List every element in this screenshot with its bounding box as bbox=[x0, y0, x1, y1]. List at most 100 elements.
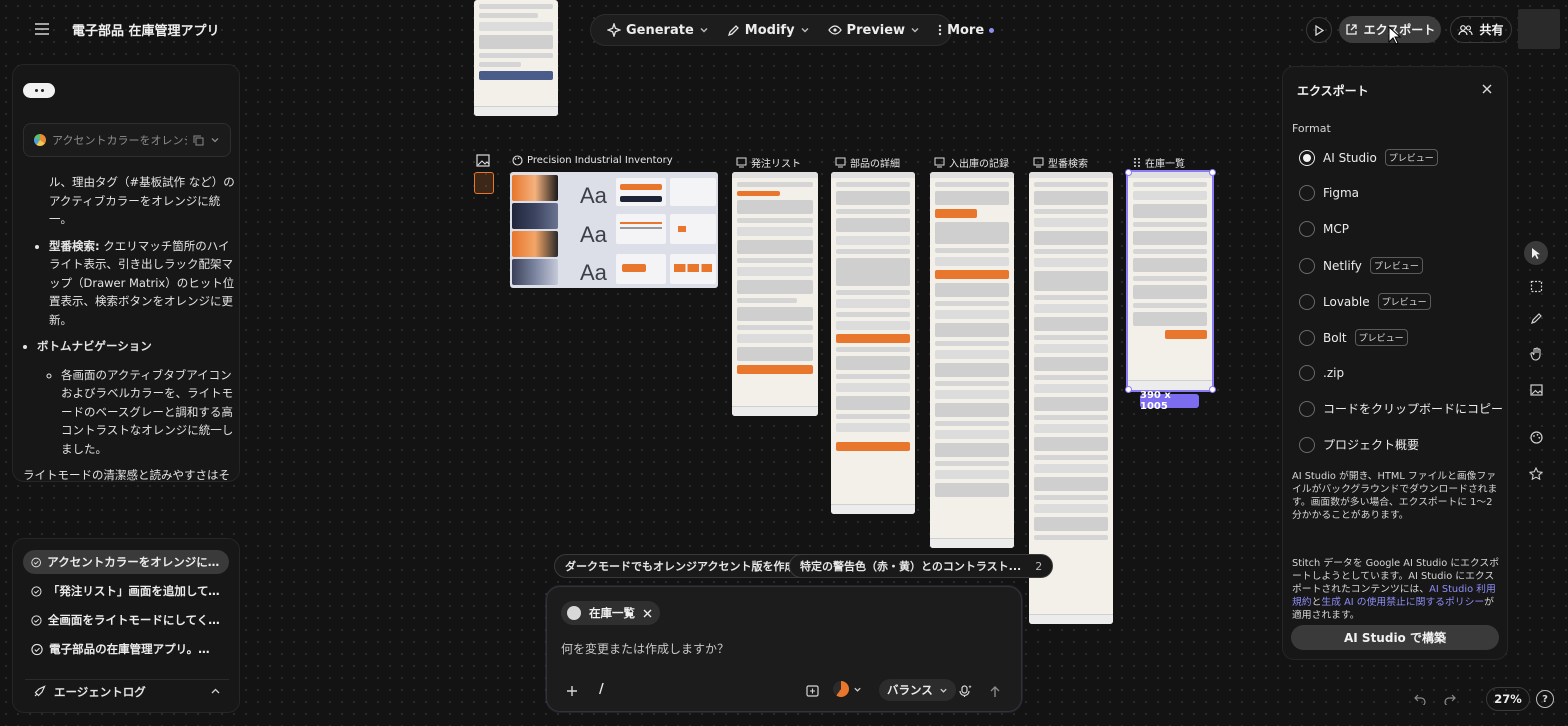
redo-button[interactable] bbox=[1438, 687, 1462, 711]
radio[interactable] bbox=[1299, 221, 1315, 237]
mode-selector[interactable]: バランス bbox=[879, 679, 956, 701]
copy-icon[interactable] bbox=[193, 135, 204, 146]
prompt-input[interactable] bbox=[561, 639, 1001, 659]
screen-label-order-list[interactable]: 発注リスト bbox=[736, 155, 801, 170]
generate-menu[interactable]: Generate bbox=[599, 17, 717, 43]
canvas-screen-part-detail[interactable] bbox=[831, 172, 915, 514]
modify-menu[interactable]: Modify bbox=[719, 17, 818, 43]
radio[interactable] bbox=[1299, 185, 1315, 201]
model-icon bbox=[34, 134, 46, 146]
resize-handle[interactable] bbox=[1209, 169, 1216, 176]
chevron-down-icon[interactable] bbox=[210, 135, 220, 145]
play-icon bbox=[1315, 24, 1324, 36]
screen-label-inout-log[interactable]: 入出庫の記録 bbox=[934, 155, 1009, 170]
drag-handle-icon bbox=[1134, 158, 1140, 167]
typography-sample: Aa bbox=[580, 183, 607, 208]
share-button[interactable]: 共有 bbox=[1450, 16, 1512, 43]
redo-icon bbox=[1444, 694, 1456, 705]
model-selector[interactable] bbox=[833, 681, 862, 697]
export-option-netlify[interactable]: Netlify プレビュー bbox=[1299, 257, 1423, 274]
image-tool[interactable] bbox=[1524, 378, 1548, 402]
marquee-tool[interactable] bbox=[1524, 274, 1548, 298]
undo-icon bbox=[1414, 694, 1426, 705]
screen-label-inventory[interactable]: 在庫一覧 bbox=[1133, 155, 1185, 170]
export-option-ai-studio[interactable]: AI Studio プレビュー bbox=[1299, 149, 1438, 166]
bullet-title: ボトムナビゲーション bbox=[37, 339, 152, 353]
screen-label-design-system[interactable]: Precision Industrial Inventory bbox=[512, 155, 673, 166]
asset-thumbnail[interactable] bbox=[474, 172, 494, 194]
export-option-copy-code[interactable]: コードをクリップボードにコピー bbox=[1299, 400, 1503, 417]
export-option-project-brief[interactable]: プロジェクト概要 bbox=[1299, 436, 1419, 453]
undo-button[interactable] bbox=[1408, 687, 1432, 711]
screen-capture-button[interactable] bbox=[803, 682, 821, 700]
suggestion-text: 特定の警告色（赤・黄）とのコントラスト... bbox=[800, 560, 1022, 573]
play-button[interactable] bbox=[1306, 17, 1332, 43]
image-icon[interactable] bbox=[476, 154, 492, 168]
edit-tool[interactable] bbox=[1524, 306, 1548, 330]
menu-button[interactable] bbox=[28, 16, 56, 42]
context-chip[interactable]: 在庫一覧 bbox=[561, 601, 660, 625]
arrow-up-icon bbox=[990, 685, 1000, 697]
resize-handle[interactable] bbox=[1209, 386, 1216, 393]
build-in-ai-studio-button[interactable]: AI Studio で構築 bbox=[1291, 625, 1499, 650]
chevron-down-icon bbox=[700, 28, 708, 33]
radio[interactable] bbox=[1299, 436, 1315, 453]
export-option-bolt[interactable]: Bolt プレビュー bbox=[1299, 329, 1408, 346]
radio-selected[interactable] bbox=[1299, 149, 1315, 166]
export-option-figma[interactable]: Figma bbox=[1299, 185, 1359, 201]
export-option-lovable[interactable]: Lovable プレビュー bbox=[1299, 293, 1431, 310]
history-item[interactable]: 全画面をライトモードにしてください。 bbox=[23, 608, 229, 632]
pencil-icon bbox=[727, 24, 739, 36]
add-attachment-button[interactable] bbox=[563, 682, 581, 700]
history-item[interactable]: 電子部品の在庫管理アプリ。自宅... bbox=[23, 637, 229, 661]
policy-link[interactable]: 生成 AI の使用禁止に関するポリシー bbox=[1321, 597, 1484, 608]
canvas-screen-inventory-selected[interactable] bbox=[1126, 170, 1214, 392]
close-icon[interactable] bbox=[643, 609, 652, 618]
option-label: AI Studio bbox=[1323, 150, 1377, 165]
radio[interactable] bbox=[1299, 293, 1315, 310]
typing-indicator bbox=[23, 83, 55, 98]
preview-menu[interactable]: Preview bbox=[820, 17, 929, 43]
send-button[interactable] bbox=[985, 681, 1005, 701]
option-label: コードをクリップボードにコピー bbox=[1323, 402, 1504, 416]
close-export-button[interactable] bbox=[1477, 79, 1497, 99]
select-tool[interactable] bbox=[1524, 241, 1548, 265]
user-avatar[interactable] bbox=[1518, 9, 1560, 49]
radio[interactable] bbox=[1299, 365, 1315, 381]
radio[interactable] bbox=[1299, 400, 1315, 417]
palette-icon bbox=[1529, 430, 1543, 444]
screen-label-part-search[interactable]: 型番検索 bbox=[1033, 155, 1088, 170]
more-menu[interactable]: More bbox=[930, 17, 1002, 43]
history-item[interactable]: アクセントカラーをオレンジに変更して... bbox=[23, 550, 229, 574]
theme-tool[interactable] bbox=[1524, 425, 1548, 449]
export-option-zip[interactable]: .zip bbox=[1299, 365, 1344, 381]
favorites-tool[interactable] bbox=[1524, 461, 1548, 485]
hand-tool[interactable] bbox=[1524, 342, 1548, 366]
help-button[interactable]: ? bbox=[1536, 690, 1554, 708]
screen-label-text: 入出庫の記録 bbox=[949, 159, 1009, 170]
resize-handle[interactable] bbox=[1125, 169, 1132, 176]
message-line: アクティブカラーをオレンジに統一。 bbox=[49, 193, 221, 227]
prompt-box: 在庫一覧 / バランス bbox=[546, 586, 1022, 712]
screen-label-text: Precision Industrial Inventory bbox=[527, 155, 673, 166]
screen-label-part-detail[interactable]: 部品の詳細 bbox=[835, 155, 900, 170]
agent-log-toggle[interactable]: エージェントログ bbox=[25, 679, 229, 703]
design-system-card[interactable]: Aa Aa Aa bbox=[510, 172, 718, 288]
radio[interactable] bbox=[1299, 257, 1315, 274]
resize-handle[interactable] bbox=[1125, 386, 1132, 393]
canvas-screen-order-list[interactable] bbox=[732, 172, 818, 416]
zoom-level[interactable]: 27% bbox=[1486, 687, 1530, 711]
export-option-mcp[interactable]: MCP bbox=[1299, 221, 1349, 237]
slash-command-button[interactable]: / bbox=[599, 682, 604, 697]
screen-thumbnail-icon bbox=[567, 606, 581, 620]
screen-label-text: 部品の詳細 bbox=[850, 159, 900, 170]
sparkle-icon bbox=[607, 23, 621, 37]
task-chip[interactable]: アクセントカラーをオレンジ... bbox=[23, 123, 231, 157]
canvas-screen-partial[interactable] bbox=[474, 0, 558, 116]
suggestion-chip[interactable]: 特定の警告色（赤・黄）とのコントラスト... 2 bbox=[789, 554, 1054, 578]
agent-log-label: エージェントログ bbox=[54, 684, 146, 699]
voice-input-button[interactable] bbox=[955, 681, 975, 701]
canvas-screen-inout-log[interactable] bbox=[930, 172, 1014, 548]
history-item[interactable]: 「発注リスト」画面を追加してくださ... bbox=[23, 579, 229, 603]
radio[interactable] bbox=[1299, 329, 1315, 346]
